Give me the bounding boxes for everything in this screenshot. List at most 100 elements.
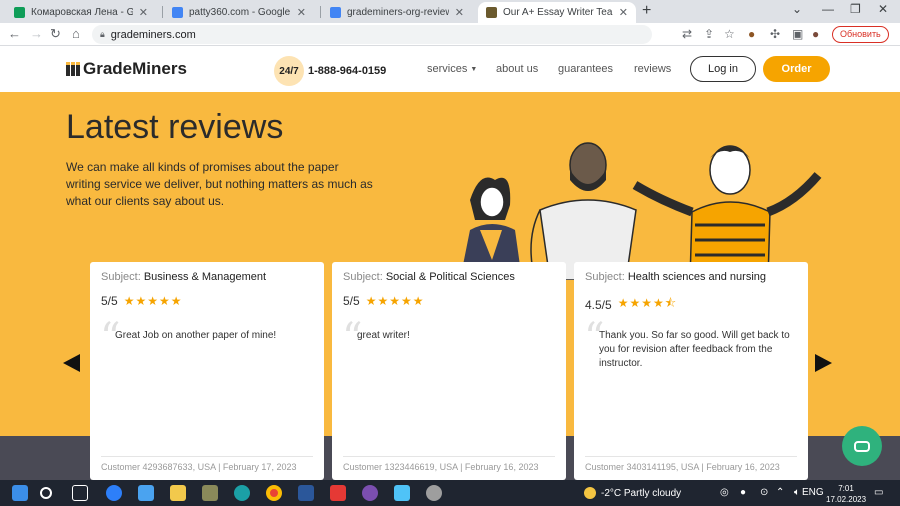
review-footer: Customer 1323446619, USA | February 16, … bbox=[343, 456, 555, 472]
nav-about-us[interactable]: about us bbox=[496, 63, 538, 75]
profile-avatar-icon[interactable]: ● bbox=[812, 27, 819, 41]
order-button[interactable]: Order bbox=[763, 56, 830, 82]
sheets-icon bbox=[14, 7, 25, 18]
chrome-icon[interactable] bbox=[266, 485, 282, 501]
weather-widget[interactable]: -2°C Partly cloudy bbox=[584, 487, 681, 499]
logo-text: GradeMiners bbox=[83, 59, 187, 78]
chat-app-icon[interactable] bbox=[106, 485, 122, 501]
stars-icon: ★★★★★ bbox=[365, 294, 425, 308]
translate-icon[interactable]: ⇄ bbox=[682, 27, 692, 41]
chat-button[interactable] bbox=[842, 426, 882, 466]
logo[interactable]: GradeMiners bbox=[66, 59, 187, 79]
maximize-icon[interactable]: ❐ bbox=[850, 2, 861, 16]
nav-guarantees[interactable]: guarantees bbox=[558, 63, 613, 75]
browser-tab[interactable]: Комаровская Лена - Google Таб ✕ bbox=[6, 2, 156, 23]
stars-icon: ★★★★★ bbox=[123, 294, 183, 308]
notifications-icon[interactable]: ▭ bbox=[874, 487, 883, 498]
tab-divider bbox=[162, 6, 163, 18]
rating-value: 5/5 bbox=[343, 294, 360, 308]
rating-row: 5/5 ★★★★★ bbox=[101, 294, 313, 308]
store-icon[interactable] bbox=[138, 485, 154, 501]
app-icon[interactable] bbox=[426, 485, 442, 501]
weather-text: -2°C Partly cloudy bbox=[601, 487, 682, 499]
new-tab-icon[interactable]: + bbox=[642, 2, 651, 20]
review-text: Great Job on another paper of mine! bbox=[115, 330, 277, 341]
login-button[interactable]: Log in bbox=[690, 56, 756, 82]
close-tab-icon[interactable]: ✕ bbox=[619, 6, 628, 19]
rating-value: 4.5/5 bbox=[585, 297, 612, 312]
app-icon[interactable] bbox=[394, 485, 410, 501]
review-text: great writer! bbox=[357, 330, 410, 341]
carousel-prev-arrow-icon[interactable] bbox=[63, 354, 80, 372]
address-bar[interactable]: 🔒︎ grademiners.com bbox=[92, 25, 652, 44]
video-app-icon[interactable] bbox=[330, 485, 346, 501]
clock-date: 17.02.2023 bbox=[826, 495, 867, 504]
bookmark-star-icon[interactable]: ☆ bbox=[724, 27, 735, 41]
close-window-icon[interactable]: ✕ bbox=[878, 2, 888, 16]
clock[interactable]: 7:01 17.02.2023 bbox=[826, 483, 866, 505]
side-panel-icon[interactable]: ▣ bbox=[792, 27, 803, 41]
docs-icon bbox=[172, 7, 183, 18]
show-hidden-icons[interactable]: ⌃ bbox=[776, 487, 784, 498]
rating-value: 5/5 bbox=[101, 294, 118, 308]
rating-row: 4.5/5 ★★★★⯪ bbox=[585, 294, 797, 315]
windows-start-icon[interactable] bbox=[12, 485, 28, 501]
review-subject: Subject: Business & Management bbox=[101, 271, 267, 283]
pencils-logo-icon bbox=[66, 62, 80, 76]
tray-icon[interactable]: ◎ bbox=[720, 487, 729, 498]
support-24-7-badge: 24/7 bbox=[274, 56, 304, 86]
bearded-man-figure bbox=[530, 142, 637, 280]
tray-icon[interactable]: ⊙ bbox=[760, 487, 768, 498]
page-title: Latest reviews bbox=[66, 108, 284, 146]
tab-divider bbox=[320, 6, 321, 18]
close-tab-icon[interactable]: ✕ bbox=[455, 6, 464, 19]
app-icon[interactable] bbox=[202, 485, 218, 501]
minimize-icon[interactable]: — bbox=[822, 2, 834, 16]
review-card: Subject: Health sciences and nursing 4.5… bbox=[574, 262, 808, 480]
extensions-puzzle-icon[interactable]: ✣ bbox=[770, 27, 780, 41]
clock-time: 7:01 bbox=[838, 484, 854, 493]
close-tab-icon[interactable]: ✕ bbox=[297, 6, 306, 19]
phone-contact[interactable]: 24/7 1-888-964-0159 bbox=[274, 56, 386, 86]
volume-icon[interactable]: 🔈︎ bbox=[794, 487, 800, 498]
word-icon[interactable] bbox=[298, 485, 314, 501]
nav-reviews[interactable]: reviews bbox=[634, 63, 671, 75]
edge-icon[interactable] bbox=[234, 485, 250, 501]
extension-paw-icon[interactable]: ● bbox=[748, 27, 755, 41]
chat-bubble-icon bbox=[854, 440, 870, 452]
lock-icon: 🔒︎ bbox=[100, 29, 105, 39]
reload-icon[interactable]: ↻ bbox=[50, 26, 61, 42]
docs-icon bbox=[330, 7, 341, 18]
close-tab-icon[interactable]: ✕ bbox=[139, 6, 148, 19]
language-indicator[interactable]: ENG bbox=[802, 487, 824, 498]
review-text: Thank you. So far so good. Will get back… bbox=[599, 330, 790, 369]
search-icon[interactable] bbox=[40, 487, 52, 499]
nav-services[interactable]: services ▼ bbox=[427, 63, 477, 75]
home-icon[interactable]: ⌂ bbox=[72, 26, 80, 41]
update-browser-button[interactable]: Обновить bbox=[832, 26, 889, 43]
task-view-icon[interactable] bbox=[72, 485, 88, 501]
file-explorer-icon[interactable] bbox=[170, 485, 186, 501]
browser-tab-active[interactable]: Our A+ Essay Writer Team Will H ✕ bbox=[478, 2, 636, 23]
carousel-next-arrow-icon[interactable] bbox=[815, 354, 832, 372]
review-card: Subject: Business & Management 5/5 ★★★★★… bbox=[90, 262, 324, 480]
chevron-down-icon: ▼ bbox=[470, 65, 478, 73]
tray-icon[interactable]: ● bbox=[740, 487, 746, 498]
viber-icon[interactable] bbox=[362, 485, 378, 501]
browser-tab[interactable]: grademiners-org-review/ - Goog ✕ bbox=[322, 2, 472, 23]
review-subject: Subject: Social & Political Sciences bbox=[343, 271, 515, 283]
review-footer: Customer 4293687633, USA | February 17, … bbox=[101, 456, 313, 472]
rating-row: 5/5 ★★★★★ bbox=[343, 294, 555, 308]
windows-taskbar: -2°C Partly cloudy ◎ ● ⊙ ⌃ 🔈︎ ENG 7:01 1… bbox=[0, 480, 900, 506]
grademiners-favicon-icon bbox=[486, 7, 497, 18]
review-footer: Customer 3403141195, USA | February 16, … bbox=[585, 456, 797, 472]
browser-tab-strip: Комаровская Лена - Google Таб ✕ patty360… bbox=[0, 0, 900, 23]
browser-tab[interactable]: patty360.com - Google Докумен ✕ bbox=[164, 2, 314, 23]
weather-sun-icon bbox=[584, 487, 596, 499]
share-icon[interactable]: ⇪ bbox=[704, 27, 714, 41]
tab-search-icon[interactable]: ⌄ bbox=[792, 2, 802, 16]
site-header: GradeMiners 24/7 1-888-964-0159 services… bbox=[0, 46, 900, 92]
back-icon[interactable]: ← bbox=[8, 26, 21, 41]
forward-icon[interactable]: → bbox=[30, 26, 43, 41]
url-text: grademiners.com bbox=[110, 28, 196, 41]
